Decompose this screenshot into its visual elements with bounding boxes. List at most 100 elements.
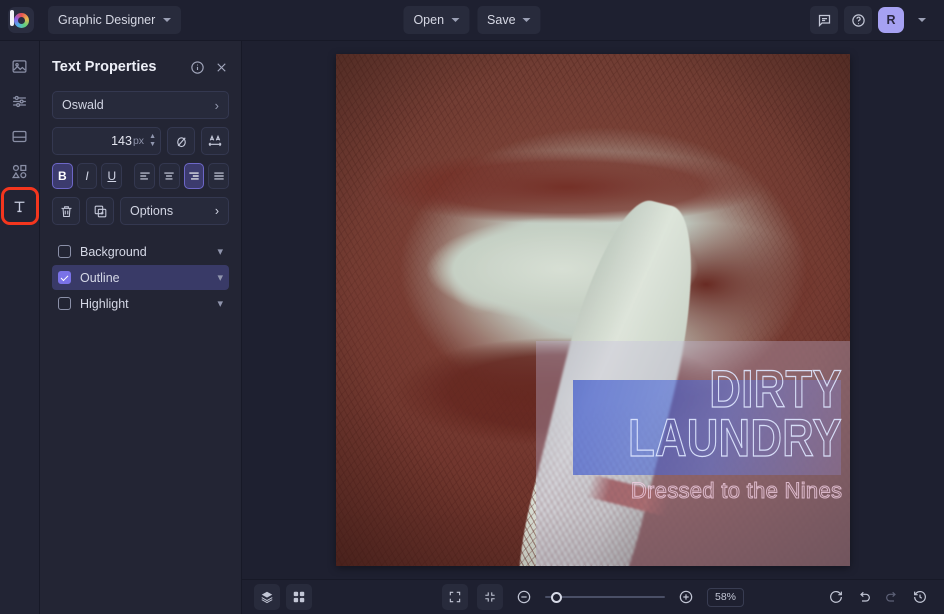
sidebar-item-layout[interactable] xyxy=(5,121,35,151)
grid-icon xyxy=(292,590,306,604)
underline-button[interactable]: U xyxy=(101,163,122,189)
no-color-icon xyxy=(174,134,189,149)
letter-spacing-button[interactable] xyxy=(201,127,229,155)
chevron-down-icon[interactable]: ▾ xyxy=(217,245,223,258)
chevron-down-icon xyxy=(523,18,531,22)
history-controls xyxy=(824,585,932,609)
close-icon xyxy=(214,60,229,75)
shrink-icon xyxy=(483,590,497,604)
save-button[interactable]: Save xyxy=(477,6,541,34)
align-justify-button[interactable] xyxy=(208,163,229,189)
align-left-icon xyxy=(138,169,152,183)
outline-label: Outline xyxy=(80,271,208,285)
project-selector[interactable]: Graphic Designer xyxy=(48,6,181,34)
file-actions: Open Save xyxy=(403,6,540,34)
panel-info-button[interactable] xyxy=(190,60,205,75)
chevron-down-icon xyxy=(451,18,459,22)
comment-icon xyxy=(817,13,832,28)
zoom-controls: 58% xyxy=(442,584,744,610)
page-title: Text Properties xyxy=(52,59,181,75)
undo-icon xyxy=(856,589,872,605)
artboard[interactable]: DIRTY LAUNDRY Dressed to the Nines xyxy=(336,54,850,566)
toggle-background[interactable]: Background ▾ xyxy=(52,239,229,264)
chevron-down-icon xyxy=(163,18,171,22)
comments-button[interactable] xyxy=(810,6,838,34)
undo-button[interactable] xyxy=(852,585,876,609)
bottom-left-tools xyxy=(254,584,312,610)
zoom-slider-knob[interactable] xyxy=(551,592,562,603)
redo-icon xyxy=(884,589,900,605)
italic-button[interactable]: I xyxy=(77,163,98,189)
align-center-button[interactable] xyxy=(159,163,180,189)
align-right-icon xyxy=(187,169,201,183)
chevron-right-icon: › xyxy=(215,204,219,218)
avatar[interactable]: R xyxy=(878,7,904,33)
account-actions: R xyxy=(810,6,934,34)
options-button[interactable]: Options › xyxy=(120,197,229,225)
reset-icon xyxy=(828,589,844,605)
top-bar: Graphic Designer Open Save R xyxy=(0,0,944,41)
zoom-in-button[interactable] xyxy=(674,585,698,609)
align-justify-icon xyxy=(212,169,226,183)
zoom-level-value[interactable]: 58% xyxy=(707,588,744,607)
text-color-button[interactable] xyxy=(167,127,195,155)
toggle-highlight[interactable]: Highlight ▾ xyxy=(52,291,229,316)
chevron-down-icon[interactable]: ▾ xyxy=(217,271,223,284)
actual-size-button[interactable] xyxy=(477,584,503,610)
grid-button[interactable] xyxy=(286,584,312,610)
open-button[interactable]: Open xyxy=(403,6,469,34)
account-menu-button[interactable] xyxy=(910,8,934,32)
background-checkbox[interactable] xyxy=(58,245,71,258)
font-size-input[interactable]: 143 px ▲ ▼ xyxy=(52,127,161,155)
redo-button[interactable] xyxy=(880,585,904,609)
options-label: Options xyxy=(130,204,173,218)
canvas-stage[interactable]: DIRTY LAUNDRY Dressed to the Nines xyxy=(242,41,944,579)
sidebar-item-shapes[interactable] xyxy=(5,156,35,186)
duplicate-icon xyxy=(93,204,108,219)
panel-header: Text Properties xyxy=(52,51,229,83)
chevron-up-icon[interactable]: ▲ xyxy=(149,134,156,140)
font-size-stepper[interactable]: ▲ ▼ xyxy=(149,134,156,148)
chevron-down-icon[interactable]: ▾ xyxy=(217,297,223,310)
chevron-down-icon[interactable]: ▼ xyxy=(149,142,156,148)
bold-button[interactable]: B xyxy=(52,163,73,189)
sidebar-item-adjust[interactable] xyxy=(5,86,35,116)
zoom-out-button[interactable] xyxy=(512,585,536,609)
sidebar-item-image[interactable] xyxy=(5,51,35,81)
avatar-initial: R xyxy=(886,13,895,27)
highlight-checkbox[interactable] xyxy=(58,297,71,310)
sidebar-item-text[interactable] xyxy=(5,191,35,221)
zoom-in-icon xyxy=(678,589,694,605)
delete-text-button[interactable] xyxy=(52,197,80,225)
panel-close-button[interactable] xyxy=(214,60,229,75)
shapes-icon xyxy=(11,163,28,180)
text-block[interactable]: DIRTY LAUNDRY Dressed to the Nines xyxy=(536,366,842,504)
text-tools-row: Options › xyxy=(52,197,229,225)
font-family-select[interactable]: Oswald › xyxy=(52,91,229,119)
app-logo[interactable] xyxy=(8,7,34,33)
save-button-label: Save xyxy=(487,13,516,27)
image-icon xyxy=(11,58,28,75)
duplicate-text-button[interactable] xyxy=(86,197,114,225)
reset-button[interactable] xyxy=(824,585,848,609)
history-icon xyxy=(912,589,928,605)
subheadline[interactable]: Dressed to the Nines xyxy=(536,478,842,504)
text-format-row: B I U xyxy=(52,163,229,189)
background-label: Background xyxy=(80,245,208,259)
headline-line-1[interactable]: DIRTY xyxy=(592,366,843,415)
bottom-bar: 58% xyxy=(242,579,944,614)
outline-checkbox[interactable] xyxy=(58,271,71,284)
toggle-outline[interactable]: Outline ▾ xyxy=(52,265,229,290)
help-button[interactable] xyxy=(844,6,872,34)
highlight-label: Highlight xyxy=(80,297,208,311)
zoom-slider[interactable] xyxy=(545,590,665,604)
zoom-slider-track xyxy=(545,596,665,598)
align-left-button[interactable] xyxy=(134,163,155,189)
text-properties-panel: Text Properties Oswald › 143 px ▲ ▼ xyxy=(40,41,242,614)
project-name: Graphic Designer xyxy=(58,13,155,27)
fit-to-screen-button[interactable] xyxy=(442,584,468,610)
layers-button[interactable] xyxy=(254,584,280,610)
align-right-button[interactable] xyxy=(184,163,205,189)
history-button[interactable] xyxy=(908,585,932,609)
headline-line-2[interactable]: LAUNDRY xyxy=(592,415,843,464)
